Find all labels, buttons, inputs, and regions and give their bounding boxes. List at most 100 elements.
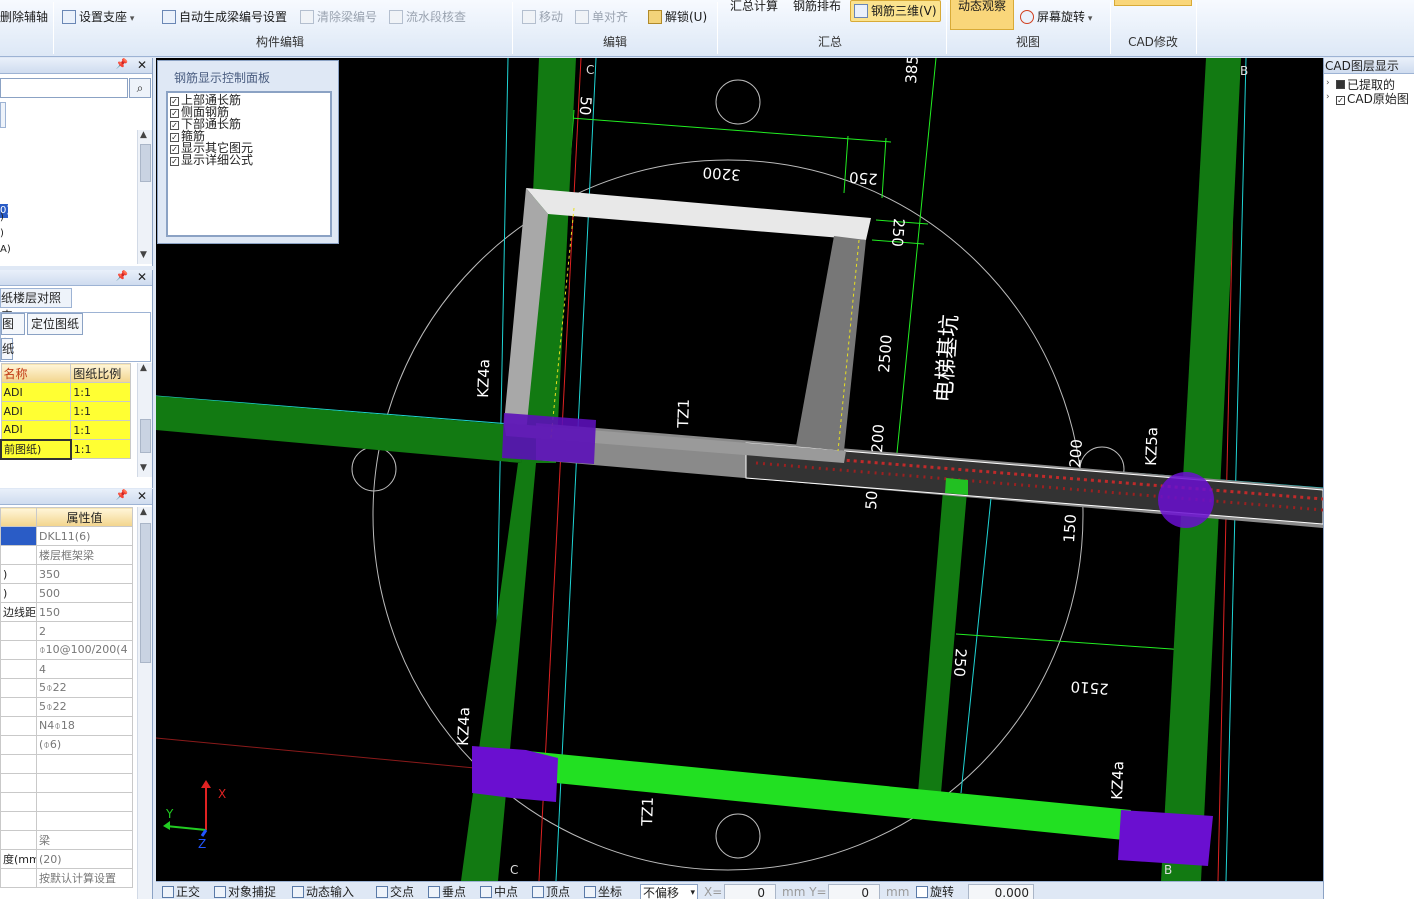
support-kz5a[interactable] [1158, 472, 1214, 528]
tree-scrollbar[interactable]: ▲ ▼ [137, 130, 152, 264]
checkbox-checked-icon[interactable]: ✓ [170, 121, 179, 130]
prop-value[interactable]: 150 [36, 602, 133, 622]
table-row[interactable] [0, 811, 133, 831]
screen-rotate-button[interactable]: 屏幕旋转 [1020, 7, 1092, 27]
scroll-up-arrow[interactable]: ▲ [140, 363, 147, 373]
layer-item-extracted[interactable]: 已提取的 [1336, 78, 1395, 92]
prop-value[interactable]: N4⌽18 [36, 716, 133, 736]
table-row[interactable]: 梁 [0, 830, 133, 850]
prop-value[interactable]: 按默认计算设置 [36, 868, 133, 888]
table-row[interactable]: 边线距 150 [0, 602, 133, 622]
snap-perpendicular[interactable]: 垂点 [428, 884, 466, 899]
object-snap-toggle[interactable]: 对象捕捉 [214, 884, 276, 899]
table-row[interactable]: 5⌽22 [0, 678, 133, 698]
beam-left[interactable] [156, 396, 526, 463]
checkbox-checked-icon[interactable]: ✓ [170, 157, 179, 166]
offset-mode-select[interactable]: 不偏移 ▾ [640, 884, 698, 899]
scroll-thumb[interactable] [140, 419, 151, 453]
clear-beam-numbering-button[interactable]: 清除梁编号 [300, 7, 377, 27]
checkbox-checked-icon[interactable]: ✓ [170, 97, 179, 106]
prop-value[interactable]: 350 [36, 564, 133, 584]
drawing-button[interactable]: 图纸 [1, 313, 25, 351]
rebar-layout-button[interactable]: 钢筋排布 [793, 0, 841, 16]
checkbox-icon[interactable] [916, 886, 928, 898]
layer-item-cad-original[interactable]: ✓ CAD原始图 [1336, 92, 1409, 106]
prop-value[interactable]: 梁 [36, 830, 133, 850]
single-align-button[interactable]: 单对齐 [575, 7, 628, 27]
scroll-up-arrow[interactable]: ▲ [140, 130, 147, 140]
table-row[interactable]: ADI 1:1 [0, 401, 131, 421]
dynamic-input-toggle[interactable]: 动态输入 [292, 884, 354, 899]
table-row[interactable]: DKL11(6) [0, 526, 133, 546]
checkbox-checked-icon[interactable]: ✓ [170, 109, 179, 118]
tree-search-input[interactable] [0, 78, 128, 98]
table-row[interactable] [0, 792, 133, 812]
snap-coordinate[interactable]: 坐标 [584, 884, 622, 899]
y-input[interactable]: 0 [828, 884, 880, 899]
cad-modify-button[interactable] [1114, 0, 1192, 6]
prop-value[interactable] [36, 792, 133, 812]
scroll-thumb[interactable] [140, 144, 151, 182]
table-row[interactable]: 4 [0, 659, 133, 679]
prop-value[interactable]: 2 [36, 621, 133, 641]
beam-bottom[interactable] [526, 751, 1131, 840]
table-row[interactable]: (⌽6) [0, 735, 133, 755]
pin-icon[interactable]: 📌 [116, 59, 128, 70]
tree-item[interactable]: A) [0, 242, 11, 258]
prop-value[interactable] [36, 754, 133, 774]
table-row[interactable]: 5⌽22 [0, 697, 133, 717]
prop-value[interactable]: 4 [36, 659, 133, 679]
properties-scrollbar[interactable]: ▲ [137, 507, 152, 899]
prop-value[interactable] [36, 773, 133, 793]
tree-item[interactable]: ) [0, 226, 11, 242]
delete-aux-axis-button[interactable]: 删除辅轴 [0, 7, 48, 27]
rotate-toggle[interactable]: 旋转 [916, 884, 954, 899]
tree-toggle[interactable] [0, 102, 6, 128]
prop-value[interactable]: (20) [36, 849, 133, 869]
auto-beam-numbering-button[interactable]: 自动生成梁编号设置 [162, 7, 287, 27]
column-tz1[interactable] [918, 478, 968, 793]
scroll-down-arrow[interactable]: ▼ [140, 250, 147, 260]
table-row[interactable]: 2 [0, 621, 133, 641]
support-kz4a-upper[interactable] [502, 413, 596, 464]
pit-wall-right[interactable] [796, 236, 866, 451]
table-row[interactable]: ADI 1:1 [0, 420, 131, 440]
table-row[interactable]: 度(mm)(20) [0, 849, 133, 869]
set-support-button[interactable]: 设置支座 [62, 7, 134, 27]
prop-value[interactable] [36, 811, 133, 831]
pit-wall-top[interactable] [526, 188, 871, 240]
prop-value[interactable]: DKL11(6) [36, 526, 133, 546]
scroll-thumb[interactable] [140, 523, 151, 663]
checkbox-partial-icon[interactable] [1336, 80, 1345, 89]
prop-value[interactable]: ⌽10@100/200(4 [36, 640, 133, 660]
table-row[interactable]: ⌽10@100/200(4 [0, 640, 133, 660]
snap-vertex[interactable]: 顶点 [532, 884, 570, 899]
option-show-detailed-formula[interactable]: ✓ 显示详细公式 [170, 154, 328, 166]
scroll-down-arrow[interactable]: ▼ [140, 463, 147, 473]
table-row[interactable]: ) 350 [0, 564, 133, 584]
prop-value[interactable]: 500 [36, 583, 133, 603]
table-row[interactable]: N4⌽18 [0, 716, 133, 736]
orbit-handle-bottom[interactable] [715, 813, 761, 859]
close-icon[interactable]: ✕ [137, 58, 147, 72]
scroll-up-arrow[interactable]: ▲ [140, 507, 147, 517]
table-row[interactable]: ) 500 [0, 583, 133, 603]
drawing-table-scrollbar[interactable]: ▲ ▼ [137, 363, 152, 477]
checkbox-checked-icon[interactable]: ✓ [1336, 96, 1345, 105]
expand-arrow-icon[interactable]: › [1326, 92, 1330, 102]
checkbox-checked-icon[interactable]: ✓ [170, 145, 179, 154]
move-button[interactable]: 移动 [522, 7, 563, 27]
table-row[interactable]: 按默认计算设置 [0, 868, 133, 888]
support-kz4a-right[interactable] [1118, 810, 1213, 866]
drawing-button-2[interactable]: 纸 [1, 338, 14, 360]
tab-floor-mapping[interactable]: 纸楼层对照表 [0, 288, 72, 323]
rebar-3d-button[interactable]: 钢筋三维(V) [850, 0, 941, 22]
search-icon[interactable]: ⌕ [129, 78, 151, 98]
pin-icon[interactable]: 📌 [116, 271, 128, 282]
x-input[interactable]: 0 [724, 884, 776, 899]
table-row[interactable]: 楼层框架梁 [0, 545, 133, 565]
checkbox-checked-icon[interactable]: ✓ [170, 133, 179, 142]
table-row[interactable] [0, 754, 133, 774]
prop-value[interactable]: (⌽6) [36, 735, 133, 755]
table-row[interactable] [0, 773, 133, 793]
